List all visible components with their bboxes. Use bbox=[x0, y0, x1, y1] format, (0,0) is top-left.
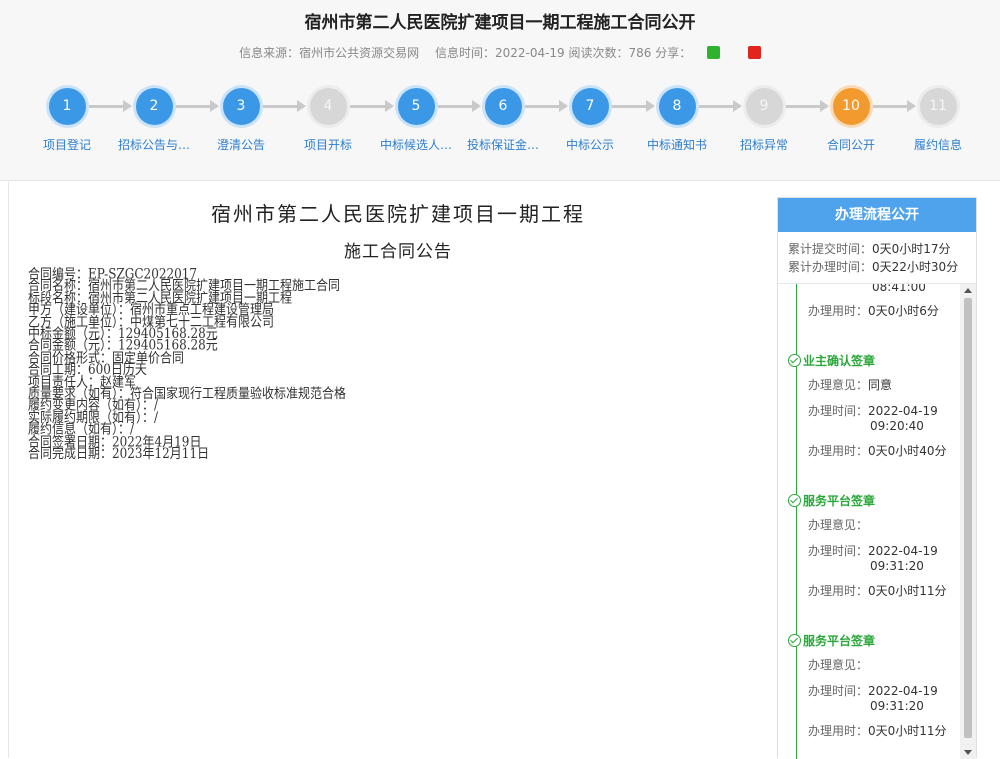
timeline-step-name: 业主确认签章 bbox=[803, 354, 876, 368]
first-duration-row: 办理用时：0天0小时6分 bbox=[808, 304, 939, 318]
main-content: 宿州市第二人民医院扩建项目一期工程 施工合同公告 合同编号：EP-SZGC202… bbox=[0, 182, 1000, 759]
page-title: 宿州市第二人民医院扩建项目一期工程施工合同公开 bbox=[304, 13, 696, 33]
step-1[interactable]: 1 项目登记 bbox=[22, 88, 112, 153]
wechat-share-icon[interactable] bbox=[707, 46, 721, 59]
step-11[interactable]: 11 履约信息 bbox=[893, 88, 983, 153]
step-label: 中标公示 bbox=[565, 138, 614, 152]
timeline-step-title: 业主确认签章 bbox=[788, 352, 875, 369]
info-source: 信息来源：宿州市公共资源交易网 bbox=[239, 46, 420, 60]
time-row: 办理时间：2022-04-19 09:31:20 bbox=[808, 684, 938, 713]
step-circle: 4 bbox=[309, 88, 347, 125]
opinion-row: 办理意见： bbox=[808, 658, 869, 672]
step-label: 项目登记 bbox=[42, 138, 91, 152]
step-label: 中标候选人… bbox=[379, 138, 452, 152]
duration-row: 办理用时：0天0小时40分 bbox=[808, 444, 947, 458]
scrollbar[interactable] bbox=[960, 284, 976, 759]
progress-steps: 1 项目登记 2 招标公告与… 3 澄清公告 4 项目开标 5 中标候选人… 6 投标保证金… 7 中标公… bbox=[0, 88, 1000, 158]
step-circle: 8 bbox=[658, 88, 696, 125]
step-8[interactable]: 8 中标通知书 bbox=[632, 88, 722, 153]
duration-row: 办理用时：0天0小时11分 bbox=[808, 584, 947, 598]
step-2[interactable]: 2 招标公告与… bbox=[109, 88, 199, 153]
step-9[interactable]: 9 招标异常 bbox=[719, 88, 809, 153]
panel-title: 办理流程公开 bbox=[778, 198, 976, 232]
scroll-up-icon[interactable] bbox=[964, 288, 972, 293]
step-label: 合同公开 bbox=[826, 138, 875, 152]
step-7[interactable]: 7 中标公示 bbox=[545, 88, 635, 153]
timeline-scroll[interactable]: 08:41:00 办理用时：0天0小时6分 业主确认签章办理意见：同意办理时间：… bbox=[778, 284, 976, 759]
step-label: 履约信息 bbox=[913, 138, 962, 152]
step-circle: 1 bbox=[48, 88, 86, 125]
scroll-thumb[interactable] bbox=[964, 298, 972, 738]
step-label: 澄清公告 bbox=[216, 138, 265, 152]
page-header: 宿州市第二人民医院扩建项目一期工程施工合同公开 信息来源：宿州市公共资源交易网 … bbox=[0, 0, 1000, 181]
doc-line: 合同工期：600日历天 bbox=[28, 361, 147, 378]
time-row: 办理时间：2022-04-19 09:31:20 bbox=[808, 544, 938, 573]
step-label: 招标公告与… bbox=[117, 138, 190, 152]
partial-time: 08:41:00 bbox=[872, 284, 926, 294]
timeline-step-name: 服务平台签章 bbox=[803, 494, 876, 508]
contract-document: 宿州市第二人民医院扩建项目一期工程 施工合同公告 合同编号：EP-SZGC202… bbox=[28, 198, 768, 460]
doc-body: 合同编号：EP-SZGC2022017 合同名称：宿州市第二人民医院扩建项目一期工… bbox=[28, 267, 768, 462]
duration-row: 办理用时：0天0小时11分 bbox=[808, 724, 947, 738]
doc-title: 宿州市第二人民医院扩建项目一期工程 bbox=[211, 202, 585, 226]
check-circle-icon bbox=[788, 634, 801, 647]
step-circle: 10 bbox=[832, 88, 870, 125]
doc-line: 合同完成日期：2023年12月11日 bbox=[28, 445, 210, 462]
timeline-step-title: 服务平台签章 bbox=[788, 632, 875, 649]
timeline-step-title: 服务平台签章 bbox=[788, 492, 875, 509]
weibo-share-icon[interactable] bbox=[747, 46, 761, 59]
info-meta: 信息来源：宿州市公共资源交易网 信息时间：2022-04-19 阅读次数：786… bbox=[0, 44, 1000, 61]
handle-time-label: 累计办理时间： bbox=[788, 260, 873, 274]
step-circle: 2 bbox=[135, 88, 173, 125]
opinion-row: 办理意见：同意 bbox=[808, 378, 893, 392]
step-circle: 9 bbox=[745, 88, 783, 125]
handle-time-value: 0天22小时30分 bbox=[872, 260, 959, 274]
step-circle: 3 bbox=[222, 88, 260, 125]
step-label: 投标保证金… bbox=[466, 138, 539, 152]
doc-subtitle: 施工合同公告 bbox=[344, 242, 452, 262]
info-time: 信息时间：2022-04-19 阅读次数：786 分享： bbox=[434, 46, 692, 60]
step-label: 招标异常 bbox=[739, 138, 788, 152]
step-label: 中标通知书 bbox=[646, 138, 707, 152]
submit-time-value: 0天0小时17分 bbox=[872, 242, 951, 256]
scroll-down-icon[interactable] bbox=[964, 750, 972, 755]
process-panel: 办理流程公开 累计提交时间：0天0小时17分 累计办理时间：0天22小时30分 … bbox=[777, 197, 977, 759]
panel-summary: 累计提交时间：0天0小时17分 累计办理时间：0天22小时30分 bbox=[778, 232, 976, 284]
step-circle: 7 bbox=[571, 88, 609, 125]
step-10[interactable]: 10 合同公开 bbox=[806, 88, 896, 153]
submit-time-label: 累计提交时间： bbox=[788, 242, 873, 256]
opinion-row: 办理意见： bbox=[808, 518, 869, 532]
time-row: 办理时间：2022-04-19 09:20:40 bbox=[808, 404, 938, 433]
handle-time-row: 累计办理时间：0天22小时30分 bbox=[788, 258, 966, 276]
step-6[interactable]: 6 投标保证金… bbox=[458, 88, 548, 153]
check-circle-icon bbox=[788, 494, 801, 507]
doc-line: 实际履约期限（如有）：/ bbox=[28, 409, 159, 426]
step-3[interactable]: 3 澄清公告 bbox=[196, 88, 286, 153]
check-circle-icon bbox=[788, 354, 801, 367]
submit-time-row: 累计提交时间：0天0小时17分 bbox=[788, 240, 966, 258]
step-circle: 6 bbox=[484, 88, 522, 125]
timeline-step-name: 服务平台签章 bbox=[803, 634, 876, 648]
step-circle: 11 bbox=[919, 88, 957, 125]
step-4[interactable]: 4 项目开标 bbox=[283, 88, 373, 153]
step-circle: 5 bbox=[397, 88, 435, 125]
step-label: 项目开标 bbox=[303, 138, 352, 152]
step-5[interactable]: 5 中标候选人… bbox=[371, 88, 461, 153]
